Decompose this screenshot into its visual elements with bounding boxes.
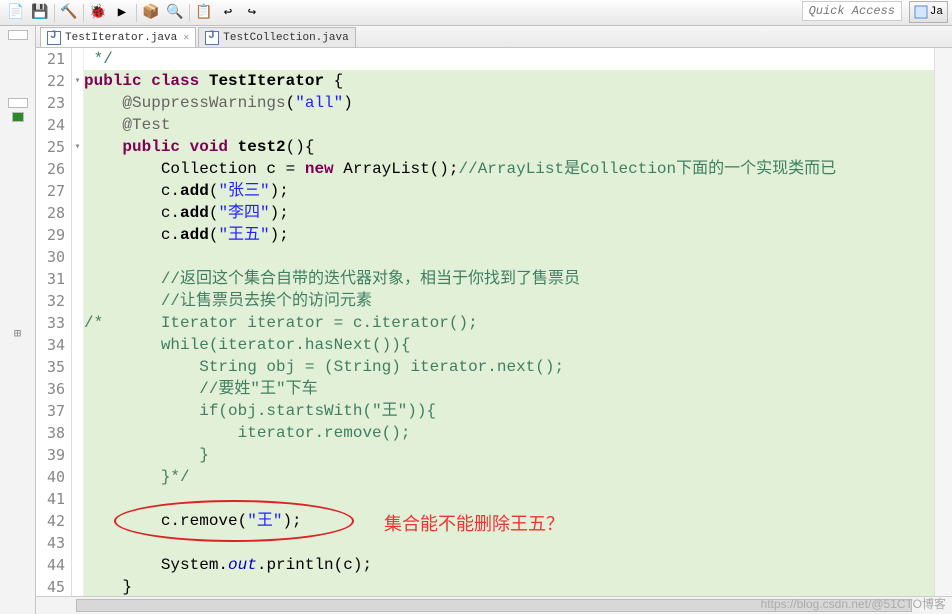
sidebar-marker [8, 98, 28, 108]
tab-testiterator[interactable]: TestIterator.java ✕ [40, 27, 196, 47]
line-number: 21 [36, 48, 65, 70]
line-number: 31 [36, 268, 65, 290]
code-line: public class TestIterator { [84, 70, 934, 92]
toolbar-separator [189, 4, 190, 22]
code-editor[interactable]: 2122232425262728293031323334353637383940… [36, 48, 952, 596]
code-line: //要姓"王"下车 [84, 378, 934, 400]
toolbar-icon[interactable]: 🔍 [164, 2, 186, 24]
sidebar-marker [8, 30, 28, 40]
line-number: 40 [36, 466, 65, 488]
line-number: 22 [36, 70, 65, 92]
code-line: /* Iterator iterator = c.iterator(); [84, 312, 934, 334]
line-number: 45 [36, 576, 65, 596]
editor-tab-bar: TestIterator.java ✕ TestCollection.java [36, 26, 952, 48]
line-number: 34 [36, 334, 65, 356]
sidebar-marker-green [12, 112, 24, 122]
line-number: 30 [36, 246, 65, 268]
line-number: 24 [36, 114, 65, 136]
line-number: 41 [36, 488, 65, 510]
code-line: */ [84, 50, 113, 68]
line-number: 37 [36, 400, 65, 422]
code-line: //返回这个集合自带的迭代器对象，相当于你找到了售票员 [84, 268, 934, 290]
code-line: }*/ [84, 466, 934, 488]
line-number: 36 [36, 378, 65, 400]
code-line [84, 532, 934, 554]
overview-ruler[interactable] [934, 48, 952, 596]
toolbar-separator [136, 4, 137, 22]
tab-label: TestCollection.java [223, 32, 348, 44]
fold-column: ▾ ▾ [72, 48, 84, 596]
tab-testcollection[interactable]: TestCollection.java [198, 27, 355, 47]
left-sidebar: ⊞ [0, 26, 36, 614]
line-number: 35 [36, 356, 65, 378]
perspective-button[interactable]: Ja [909, 1, 948, 23]
java-file-icon [47, 31, 61, 45]
line-number: 25 [36, 136, 65, 158]
line-number: 23 [36, 92, 65, 114]
toolbar-icon[interactable]: 🔨 [58, 2, 80, 24]
quick-access-input[interactable]: Quick Access [802, 1, 902, 21]
toolbar-icon[interactable]: 📄 [5, 2, 27, 24]
code-line: } [84, 444, 934, 466]
code-line: @SuppressWarnings("all") [84, 92, 934, 114]
line-number: 44 [36, 554, 65, 576]
code-line: System.out.println(c); [84, 554, 934, 576]
code-line: //让售票员去挨个的访问元素 [84, 290, 934, 312]
line-number: 27 [36, 180, 65, 202]
code-line: Collection c = new ArrayList();//ArrayLi… [84, 158, 934, 180]
close-icon[interactable]: ✕ [183, 32, 189, 44]
toolbar-icon[interactable]: 🐞 [87, 2, 109, 24]
tab-label: TestIterator.java [65, 32, 177, 44]
code-line: c.remove("王"); [84, 510, 934, 532]
toolbar-icon[interactable]: 💾 [29, 2, 51, 24]
outline-icon[interactable]: ⊞ [0, 326, 35, 341]
line-number: 33 [36, 312, 65, 334]
code-line [84, 246, 934, 268]
perspective-label: Ja [930, 6, 943, 18]
code-line: public void test2(){ [84, 136, 934, 158]
line-number: 39 [36, 444, 65, 466]
toolbar-separator [54, 4, 55, 22]
run-icon[interactable]: ▶ [111, 2, 133, 24]
line-number: 43 [36, 532, 65, 554]
line-number: 32 [36, 290, 65, 312]
scrollbar-thumb[interactable] [76, 599, 912, 612]
toolbar-icon[interactable]: 📋 [193, 2, 215, 24]
line-number: 42 [36, 510, 65, 532]
java-file-icon [205, 31, 219, 45]
toolbar-icon[interactable]: 📦 [140, 2, 162, 24]
code-line: @Test [84, 114, 934, 136]
toolbar-icon[interactable]: ↪ [241, 2, 263, 24]
line-number: 38 [36, 422, 65, 444]
code-line: } [84, 576, 934, 596]
horizontal-scrollbar[interactable] [36, 596, 952, 614]
code-line: c.add("李四"); [84, 202, 934, 224]
code-line: while(iterator.hasNext()){ [84, 334, 934, 356]
toolbar-separator [83, 4, 84, 22]
code-line [84, 488, 934, 510]
toolbar-icon[interactable]: ↩ [217, 2, 239, 24]
code-line: c.add("王五"); [84, 224, 934, 246]
line-number-gutter: 2122232425262728293031323334353637383940… [36, 48, 72, 596]
line-number: 28 [36, 202, 65, 224]
code-line: iterator.remove(); [84, 422, 934, 444]
code-line: if(obj.startsWith("王")){ [84, 400, 934, 422]
line-number: 26 [36, 158, 65, 180]
code-line: c.add("张三"); [84, 180, 934, 202]
line-number: 29 [36, 224, 65, 246]
main-toolbar: 📄 💾 🔨 🐞 ▶ 📦 🔍 📋 ↩ ↪ Quick Access Ja [0, 0, 952, 26]
code-line: String obj = (String) iterator.next(); [84, 356, 934, 378]
